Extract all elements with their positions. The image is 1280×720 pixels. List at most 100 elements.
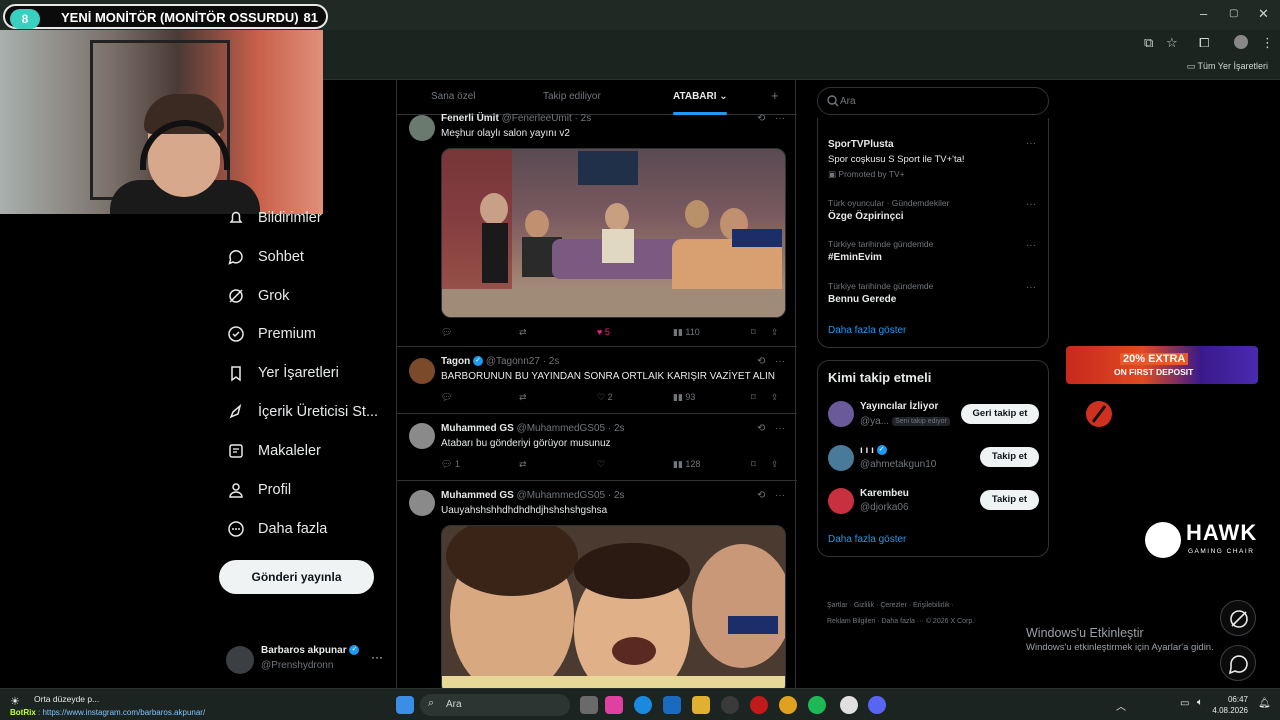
share-icon[interactable]: ⇪: [771, 327, 779, 338]
start-icon[interactable]: [396, 696, 414, 714]
sidebar-item-profile[interactable]: Profil: [226, 478, 291, 502]
bookmark-icon[interactable]: ⌑: [751, 392, 756, 403]
bookmark-icon[interactable]: ⌑: [751, 459, 756, 470]
sidebar-item-chat[interactable]: Sohbet: [226, 245, 304, 269]
account-switcher[interactable]: Barbaros akpunar ✓ @Prenshydronn ···: [226, 644, 386, 674]
like-button[interactable]: ♡ 2: [597, 392, 613, 403]
all-bookmarks-link[interactable]: ▭ Tüm Yer İşaretleri: [1187, 61, 1268, 72]
tweet[interactable]: Fenerli Ümit @FenerleeUmit · 2s ⟲ ··· Me…: [397, 113, 797, 347]
views-button[interactable]: ▮▮ 128: [673, 459, 700, 470]
more-icon[interactable]: ···: [775, 113, 785, 124]
follow-button[interactable]: Takip et: [980, 447, 1039, 467]
show-more-trends-link[interactable]: Daha fazla göster: [828, 325, 906, 336]
more-icon[interactable]: ···: [1026, 138, 1036, 149]
like-icon[interactable]: ♡: [597, 459, 605, 470]
repost-icon[interactable]: ⇄: [519, 327, 527, 338]
more-icon[interactable]: ···: [775, 490, 785, 501]
like-button[interactable]: ♥ 5: [597, 327, 610, 337]
footer-link[interactable]: Erişilebilirlik: [913, 602, 950, 609]
system-clock[interactable]: 06:47 4.08.2026: [1212, 694, 1248, 716]
more-icon[interactable]: ···: [371, 650, 383, 664]
grok-icon[interactable]: ⟲: [757, 423, 765, 434]
volume-icon[interactable]: 🔈︎: [1197, 697, 1203, 708]
maximize-icon[interactable]: ▢: [1229, 8, 1238, 19]
chevron-up-icon[interactable]: ︿: [1116, 698, 1126, 713]
profile-icon: [226, 480, 246, 500]
file-explorer-icon[interactable]: [692, 696, 710, 714]
copilot-icon[interactable]: [605, 696, 623, 714]
minimize-icon[interactable]: –: [1200, 6, 1207, 21]
views-button[interactable]: ▮▮ 93: [673, 392, 695, 403]
more-icon[interactable]: ···: [775, 423, 785, 434]
tweet[interactable]: Muhammed GS @MuhammedGS05 · 2s ⟲ ··· Ata…: [397, 415, 797, 481]
sidebar-item-rocket[interactable]: İçerik Üreticisi St...: [226, 400, 378, 424]
profile-avatar[interactable]: [1234, 35, 1248, 49]
sidebar-item-article[interactable]: Makaleler: [226, 439, 321, 463]
sidebar-item-bookmark[interactable]: Yer İşaretleri: [226, 361, 339, 385]
grok-float-button[interactable]: [1220, 600, 1256, 636]
footer-link[interactable]: Daha fazla ···: [881, 618, 923, 625]
repost-icon[interactable]: ⇄: [519, 392, 527, 403]
more-icon[interactable]: ···: [1026, 282, 1036, 293]
network-icon[interactable]: ▭: [1180, 698, 1189, 709]
more-icon[interactable]: ···: [1026, 240, 1036, 251]
tweet[interactable]: Tagon ✓ @Tagonn27 · 2s ⟲ ··· BARBORUNUN …: [397, 348, 797, 414]
tweet-author: Muhammed GS: [441, 490, 514, 501]
post-button[interactable]: Gönderi yayınla: [219, 560, 374, 594]
repost-icon[interactable]: ⇄: [519, 459, 527, 470]
menu-dots-icon[interactable]: ⋮: [1261, 35, 1274, 51]
avatar: [226, 646, 254, 674]
sidebar-item-grok[interactable]: Grok: [226, 284, 289, 308]
add-tab-icon[interactable]: +: [771, 88, 779, 103]
show-more-follow-link[interactable]: Daha fazla göster: [828, 534, 906, 545]
tweet-video[interactable]: [441, 525, 786, 695]
outlook-icon[interactable]: [663, 696, 681, 714]
more-icon[interactable]: ···: [775, 356, 785, 367]
app-icon[interactable]: [840, 696, 858, 714]
footer-link[interactable]: Reklam Bilgileri: [827, 618, 875, 625]
spotify-icon[interactable]: [808, 696, 826, 714]
weather-text[interactable]: Orta düzeyde p...: [34, 694, 99, 704]
close-icon[interactable]: ✕: [1258, 6, 1269, 22]
messages-float-button[interactable]: [1220, 645, 1256, 681]
weather-icon: ☀: [10, 696, 20, 708]
bot-link[interactable]: https://www.instagram.com/barbaros.akpun…: [42, 708, 205, 717]
star-icon[interactable]: ☆: [1166, 35, 1178, 51]
tab-atabari[interactable]: ATABARI ⌄: [673, 91, 728, 102]
share-icon[interactable]: ⇪: [771, 392, 779, 403]
views-button[interactable]: ▮▮ 110: [673, 327, 700, 338]
taskbar-search[interactable]: ⌕ Ara: [420, 694, 570, 716]
footer-link[interactable]: Şartlar: [827, 602, 848, 609]
more-icon[interactable]: ···: [1026, 199, 1036, 210]
xbox-icon[interactable]: [721, 696, 739, 714]
grok-icon[interactable]: ⟲: [757, 490, 765, 501]
sidebar-item-more-circle[interactable]: Daha fazla: [226, 517, 327, 541]
sidebar-item-premium[interactable]: Premium: [226, 322, 316, 346]
rocket-icon: [226, 402, 246, 422]
opera-icon[interactable]: [750, 696, 768, 714]
bookmark-icon[interactable]: ⌑: [751, 327, 756, 338]
reply-icon[interactable]: 💬︎: [441, 392, 452, 403]
follow-back-button[interactable]: Geri takip et: [961, 404, 1039, 424]
reply-button[interactable]: 💬︎ 1: [441, 459, 460, 470]
tweet-video[interactable]: [441, 148, 786, 318]
edge-icon[interactable]: [634, 696, 652, 714]
tab-following[interactable]: Takip ediliyor: [543, 91, 601, 102]
grok-icon[interactable]: ⟲: [757, 113, 765, 124]
sidebar-item-bell[interactable]: Bildirimler: [226, 206, 322, 230]
share-icon[interactable]: ⇪: [771, 459, 779, 470]
extensions-icon[interactable]: ⧠: [1199, 35, 1209, 51]
reply-icon[interactable]: 💬︎: [441, 327, 452, 338]
cast-icon[interactable]: ⧉: [1144, 35, 1153, 51]
task-view-icon[interactable]: [580, 696, 598, 714]
search-input[interactable]: Ara: [817, 87, 1049, 115]
follow-button[interactable]: Takip et: [980, 490, 1039, 510]
discord-icon[interactable]: [868, 696, 886, 714]
footer-link[interactable]: Çerezler: [880, 602, 906, 609]
tab-for-you[interactable]: Sana özel: [431, 91, 475, 102]
grok-icon[interactable]: ⟲: [757, 356, 765, 367]
footer-link[interactable]: Gizlilik: [854, 602, 874, 609]
tweet[interactable]: Muhammed GS @MuhammedGS05 · 2s ⟲ ··· Uau…: [397, 482, 797, 695]
chrome-icon[interactable]: [779, 696, 797, 714]
notification-icon[interactable]: 🔔︎: [1258, 698, 1271, 709]
